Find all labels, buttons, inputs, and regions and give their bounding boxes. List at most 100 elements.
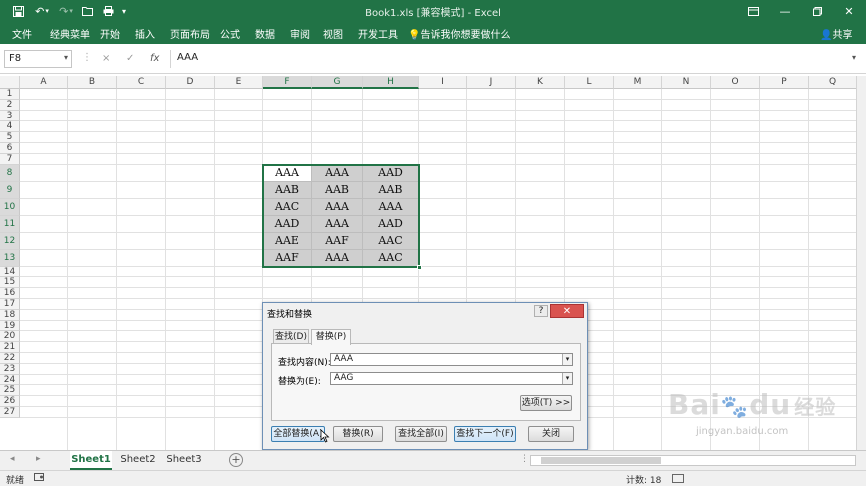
row-header-6[interactable]: 6 xyxy=(0,143,20,154)
cell-g8[interactable]: AAA xyxy=(312,164,363,182)
open-icon[interactable] xyxy=(80,3,96,19)
add-sheet-button[interactable]: + xyxy=(229,453,243,467)
row-header-15[interactable]: 15 xyxy=(0,277,20,289)
column-header-q[interactable]: Q xyxy=(809,76,856,89)
column-header-m[interactable]: M xyxy=(614,76,662,89)
redo-icon[interactable]: ↷ ▾ xyxy=(56,3,76,19)
row-header-1[interactable]: 1 xyxy=(0,89,20,100)
row-header-7[interactable]: 7 xyxy=(0,153,20,165)
find-next-button[interactable]: 查找下一个(F) xyxy=(454,426,516,442)
column-header-c[interactable]: C xyxy=(117,76,166,89)
row-header-4[interactable]: 4 xyxy=(0,121,20,133)
customize-toolbar-icon[interactable]: ▾ xyxy=(118,3,130,19)
cell-g11[interactable]: AAA xyxy=(312,215,363,233)
undo-icon[interactable]: ↶ ▾ xyxy=(32,3,52,19)
insert-function-icon[interactable]: fx xyxy=(150,53,159,64)
sheet-tab-sheet2[interactable]: Sheet2 xyxy=(117,451,159,470)
replace-button[interactable]: 替换(R) xyxy=(333,426,383,442)
tab-split-grip[interactable]: ⋮ xyxy=(520,454,529,464)
sheet-tab-sheet3[interactable]: Sheet3 xyxy=(163,451,205,470)
row-header-23[interactable]: 23 xyxy=(0,363,20,375)
cell-g9[interactable]: AAB xyxy=(312,181,363,199)
tab-classic-menu[interactable]: 经典菜单 xyxy=(50,26,90,41)
row-header-22[interactable]: 22 xyxy=(0,353,20,364)
minimize-icon[interactable]: — xyxy=(768,0,802,22)
maximize-icon[interactable] xyxy=(800,0,834,22)
cell-f12[interactable]: AAE xyxy=(263,232,312,250)
prev-sheet-icon[interactable]: ◂ xyxy=(10,454,15,464)
row-header-8[interactable]: 8 xyxy=(0,164,20,182)
row-header-18[interactable]: 18 xyxy=(0,309,20,321)
replace-all-button[interactable]: 全部替换(A) xyxy=(271,426,325,442)
cell-h12[interactable]: AAC xyxy=(363,232,419,250)
row-header-24[interactable]: 24 xyxy=(0,374,20,386)
tab-home[interactable]: 开始 xyxy=(100,26,120,41)
column-header-d[interactable]: D xyxy=(166,76,215,89)
tab-file[interactable]: 文件 xyxy=(12,26,32,41)
row-header-5[interactable]: 5 xyxy=(0,132,20,143)
row-header-16[interactable]: 16 xyxy=(0,288,20,299)
enter-icon[interactable]: ✓ xyxy=(126,53,134,64)
column-header-p[interactable]: P xyxy=(760,76,809,89)
horizontal-scrollbar[interactable] xyxy=(530,455,856,466)
tab-insert[interactable]: 插入 xyxy=(135,26,155,41)
formula-input[interactable]: AAA xyxy=(170,50,860,68)
cell-g12[interactable]: AAF xyxy=(312,232,363,250)
cell-f13[interactable]: AAF xyxy=(263,249,312,267)
column-header-o[interactable]: O xyxy=(711,76,760,89)
find-all-button[interactable]: 查找全部(I) xyxy=(395,426,447,442)
row-header-20[interactable]: 20 xyxy=(0,331,20,343)
row-header-9[interactable]: 9 xyxy=(0,181,20,199)
cell-h13[interactable]: AAC xyxy=(363,249,419,267)
cell-f9[interactable]: AAB xyxy=(263,181,312,199)
ribbon-display-icon[interactable] xyxy=(736,0,770,22)
column-header-i[interactable]: I xyxy=(419,76,467,89)
expand-formula-icon[interactable]: ▾ xyxy=(852,53,856,62)
cancel-icon[interactable]: × xyxy=(102,53,110,64)
options-button[interactable]: 选项(T) >> xyxy=(520,395,572,411)
scroll-thumb[interactable] xyxy=(541,457,661,464)
chevron-down-icon[interactable]: ▾ xyxy=(64,53,68,62)
normal-view-icon[interactable] xyxy=(672,474,684,483)
tab-formulas[interactable]: 公式 xyxy=(220,26,240,41)
row-header-11[interactable]: 11 xyxy=(0,215,20,233)
column-header-h[interactable]: H xyxy=(363,76,419,89)
sheet-tab-sheet1[interactable]: Sheet1 xyxy=(70,451,112,470)
close-button[interactable]: 关闭 xyxy=(528,426,574,442)
cell-h11[interactable]: AAD xyxy=(363,215,419,233)
cell-h10[interactable]: AAA xyxy=(363,198,419,216)
row-header-19[interactable]: 19 xyxy=(0,320,20,332)
close-window-icon[interactable]: ✕ xyxy=(832,0,866,22)
row-header-25[interactable]: 25 xyxy=(0,385,20,397)
column-header-e[interactable]: E xyxy=(215,76,263,89)
name-box[interactable]: F8 ▾ xyxy=(4,50,72,68)
tab-page-layout[interactable]: 页面布局 xyxy=(170,26,210,41)
row-header-27[interactable]: 27 xyxy=(0,407,20,418)
tab-find[interactable]: 查找(D) xyxy=(273,329,309,344)
row-header-26[interactable]: 26 xyxy=(0,396,20,407)
cell-h9[interactable]: AAB xyxy=(363,181,419,199)
vertical-scrollbar[interactable] xyxy=(856,76,866,454)
tab-replace[interactable]: 替换(P) xyxy=(311,329,351,345)
next-sheet-icon[interactable]: ▸ xyxy=(36,454,41,464)
tab-view[interactable]: 视图 xyxy=(323,26,343,41)
column-header-n[interactable]: N xyxy=(662,76,711,89)
select-all-corner[interactable] xyxy=(0,76,20,89)
tell-me-box[interactable]: 💡告诉我你想要做什么 xyxy=(408,26,510,41)
column-header-l[interactable]: L xyxy=(565,76,614,89)
cell-f8[interactable]: AAA xyxy=(263,164,312,182)
column-header-j[interactable]: J xyxy=(467,76,516,89)
row-header-14[interactable]: 14 xyxy=(0,266,20,278)
macro-record-icon[interactable] xyxy=(34,472,44,485)
tab-developer[interactable]: 开发工具 xyxy=(358,26,398,41)
cell-f11[interactable]: AAD xyxy=(263,215,312,233)
row-header-17[interactable]: 17 xyxy=(0,299,20,310)
share-button[interactable]: 👤共享 xyxy=(820,26,852,41)
column-header-f[interactable]: F xyxy=(263,76,312,89)
row-header-21[interactable]: 21 xyxy=(0,342,20,353)
cell-g10[interactable]: AAA xyxy=(312,198,363,216)
column-header-k[interactable]: K xyxy=(516,76,565,89)
column-header-g[interactable]: G xyxy=(312,76,363,89)
cell-h8[interactable]: AAD xyxy=(363,164,419,182)
save-icon[interactable] xyxy=(10,3,26,19)
